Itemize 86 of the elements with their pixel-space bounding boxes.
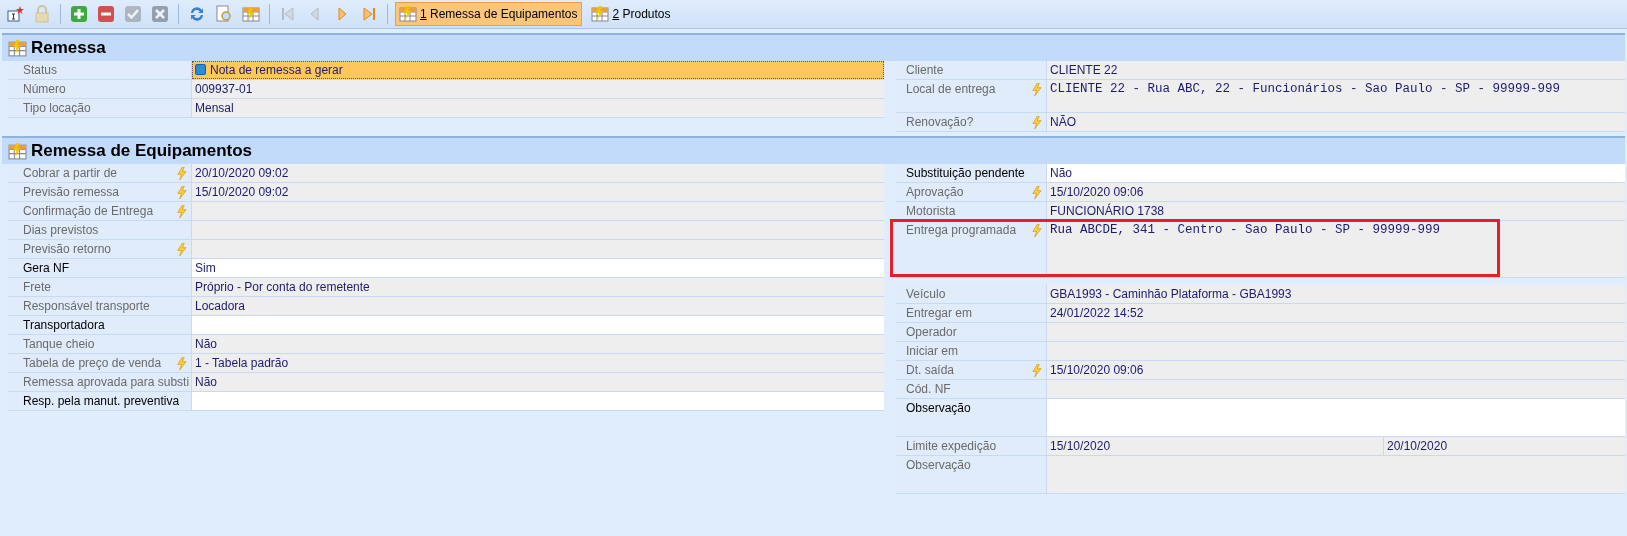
field-label: Resp. pela manut. preventiva xyxy=(23,394,180,408)
field-label: Confirmação de Entrega xyxy=(23,204,154,218)
field-label: Operador xyxy=(906,325,957,339)
field-value[interactable]: 15/10/2020 09:06 xyxy=(1047,183,1625,201)
field-value[interactable] xyxy=(1047,399,1625,436)
field-value[interactable]: Sim xyxy=(192,259,884,277)
field-label: Número xyxy=(23,82,66,96)
field-label: Substituição pendente xyxy=(906,166,1025,180)
field-value[interactable] xyxy=(192,221,884,239)
field-label: Entrega programada xyxy=(906,223,1017,237)
field-label: Dias previstos xyxy=(23,223,99,237)
field-value[interactable]: FUNCIONÁRIO 1738 xyxy=(1047,202,1625,220)
field-value[interactable]: 1 - Tabela padrão xyxy=(192,354,884,372)
field-value[interactable]: 20/10/2020 xyxy=(1383,437,1625,455)
status-square-icon xyxy=(195,64,206,75)
field-label: Motorista xyxy=(906,204,956,218)
field-label: Iniciar em xyxy=(906,344,958,358)
lightning-icon[interactable] xyxy=(1031,116,1042,129)
lightning-icon[interactable] xyxy=(1031,224,1042,237)
field-value[interactable] xyxy=(192,202,884,220)
lightning-icon[interactable] xyxy=(176,205,187,218)
add-icon[interactable] xyxy=(68,3,90,25)
field-label: Responsável transporte xyxy=(23,299,150,313)
field-value[interactable]: 24/01/2022 14:52 xyxy=(1047,304,1625,322)
lightning-icon[interactable] xyxy=(176,243,187,256)
field-value[interactable]: Não xyxy=(192,335,884,353)
field-value[interactable]: CLIENTE 22 xyxy=(1047,61,1625,79)
field-value[interactable]: Mensal xyxy=(192,99,884,117)
field-value[interactable]: Próprio - Por conta do remetente xyxy=(192,278,884,296)
grid-icon xyxy=(399,5,417,23)
tab[interactable]: 1 Remessa de Equipamentos xyxy=(395,2,583,26)
field-label: Remessa aprovada para substi xyxy=(23,375,190,389)
field-value[interactable]: 15/10/2020 09:02 xyxy=(192,183,884,201)
lightning-icon[interactable] xyxy=(176,357,187,370)
grid-icon xyxy=(8,141,27,161)
field-value[interactable]: 15/10/2020 xyxy=(1047,437,1383,455)
field-value[interactable]: CLIENTE 22 - Rua ABC, 22 - Funcionários - Sao Paulo - SP - 99999-999 xyxy=(1047,80,1625,112)
field-label: Gera NF xyxy=(23,261,69,275)
field-label: Status xyxy=(23,63,58,77)
field-label: Cliente xyxy=(906,63,944,77)
field-value[interactable]: Nota de remessa a gerar xyxy=(192,61,884,79)
field-label: Observação xyxy=(906,401,971,415)
field-label: Aprovação xyxy=(906,185,964,199)
field-value[interactable]: Locadora xyxy=(192,297,884,315)
field-label: Tanque cheio xyxy=(23,337,95,351)
field-label: Previsão remessa xyxy=(23,185,120,199)
field-label: Frete xyxy=(23,280,51,294)
field-label: Cód. NF xyxy=(906,382,951,396)
field-label: Transportadora xyxy=(23,318,105,332)
field-value[interactable] xyxy=(1047,456,1625,493)
field-label: Cobrar a partir de xyxy=(23,166,118,180)
field-value[interactable]: 15/10/2020 09:06 xyxy=(1047,361,1625,379)
field-label: Entregar em xyxy=(906,306,973,320)
field-label: Veículo xyxy=(906,287,946,301)
field-value[interactable]: Rua ABCDE, 341 - Centro - Sao Paulo - SP - 99999-999 xyxy=(1047,221,1625,277)
field-value[interactable] xyxy=(192,316,884,334)
field-value[interactable] xyxy=(192,392,884,410)
tab[interactable]: 2 Produtos xyxy=(587,2,676,26)
field-value[interactable]: 009937-01 xyxy=(192,80,884,98)
lightning-icon[interactable] xyxy=(176,186,187,199)
section-title: Remessa de Equipamentos xyxy=(31,141,253,161)
field-value[interactable]: NÃO xyxy=(1047,113,1625,131)
section-title: Remessa xyxy=(31,38,106,58)
grid-icon xyxy=(591,5,610,23)
lightning-icon[interactable] xyxy=(1031,186,1042,199)
field-label: Dt. saída xyxy=(906,363,955,377)
field-value[interactable] xyxy=(1047,380,1625,398)
field-label: Renovação? xyxy=(906,115,974,129)
field-value[interactable]: Não xyxy=(1047,164,1625,182)
field-label: Local de entrega xyxy=(906,82,996,96)
field-value[interactable] xyxy=(1047,323,1625,341)
field-label: Limite expedição xyxy=(906,439,997,453)
field-label: Observação xyxy=(906,458,971,472)
field-label: Previsão retorno xyxy=(23,242,112,256)
field-value[interactable]: 20/10/2020 09:02 xyxy=(192,164,884,182)
field-value[interactable]: Não xyxy=(192,373,884,391)
field-value[interactable]: GBA1993 - Caminhão Plataforma - GBA1993 xyxy=(1047,285,1625,303)
field-value[interactable] xyxy=(192,240,884,258)
lightning-icon[interactable] xyxy=(1031,83,1042,96)
field-value[interactable] xyxy=(1047,342,1625,360)
lightning-icon[interactable] xyxy=(1031,364,1042,377)
remove-icon[interactable] xyxy=(95,3,117,25)
field-label: Tipo locação xyxy=(23,101,91,115)
field-label: Tabela de preço de venda xyxy=(23,356,162,370)
grid-icon xyxy=(8,38,27,58)
lightning-icon[interactable] xyxy=(176,167,187,180)
